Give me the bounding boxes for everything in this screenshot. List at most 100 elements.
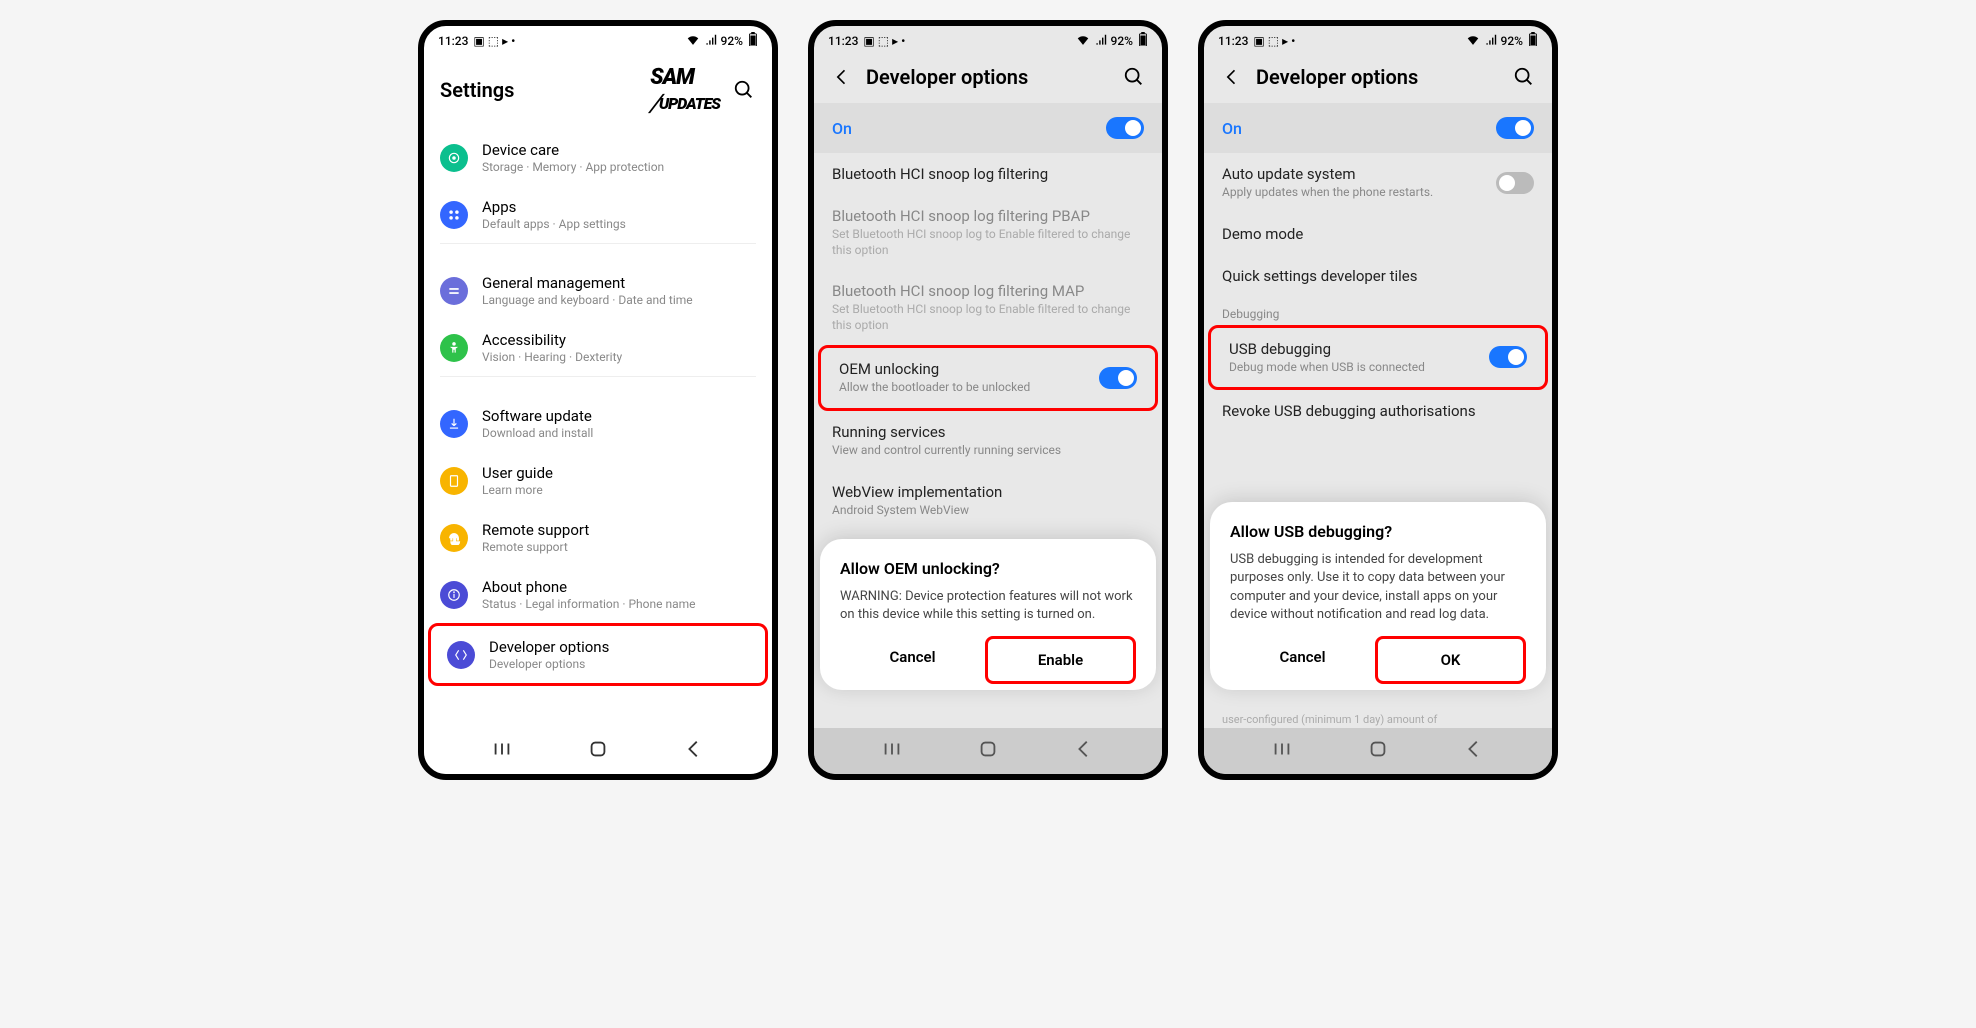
item-sub: Set Bluetooth HCI snoop log to Enable fi… <box>832 302 1144 333</box>
software-update-icon <box>440 410 468 438</box>
item-quick-settings-tiles[interactable]: Quick settings developer tiles <box>1204 255 1552 297</box>
developer-options-icon <box>447 641 475 669</box>
oem-unlock-toggle[interactable] <box>1099 367 1137 389</box>
item-sub: Storage · Memory · App protection <box>482 160 756 174</box>
nav-bar <box>814 728 1162 774</box>
settings-item-about-phone[interactable]: About phone Status · Legal information ·… <box>424 566 772 623</box>
search-button[interactable] <box>1122 65 1146 89</box>
dialog-cancel-button[interactable]: Cancel <box>840 636 985 684</box>
dev-options-list: Auto update system Apply updates when th… <box>1204 153 1552 728</box>
item-usb-debugging[interactable]: USB debugging Debug mode when USB is con… <box>1208 325 1548 391</box>
item-title: Apps <box>482 198 756 216</box>
item-title: Bluetooth HCI snoop log filtering PBAP <box>832 207 1144 225</box>
item-running-services[interactable]: Running services View and control curren… <box>814 411 1162 471</box>
master-toggle-row[interactable]: On <box>1204 103 1552 153</box>
settings-item-accessibility[interactable]: Accessibility Vision · Hearing · Dexteri… <box>424 319 772 376</box>
section-header-debugging: Debugging <box>1204 297 1552 325</box>
battery-icon <box>1525 32 1538 49</box>
back-button[interactable] <box>830 65 854 89</box>
item-sub: Android System WebView <box>832 503 1144 519</box>
item-title: Quick settings developer tiles <box>1222 267 1534 285</box>
item-auto-update-system[interactable]: Auto update system Apply updates when th… <box>1204 153 1552 213</box>
battery-text: 92% <box>1111 34 1133 48</box>
item-sub: Developer options <box>489 657 749 671</box>
auto-update-toggle[interactable] <box>1496 172 1534 194</box>
settings-item-software-update[interactable]: Software update Download and install <box>424 395 772 452</box>
item-sub: Remote support <box>482 540 756 554</box>
dialog-ok-button[interactable]: OK <box>1375 636 1526 684</box>
settings-item-apps[interactable]: Apps Default apps · App settings <box>424 186 772 243</box>
status-time: 11:23 <box>828 34 858 48</box>
item-title: Running services <box>832 423 1144 441</box>
item-sub: View and control currently running servi… <box>832 443 1144 459</box>
item-title: Accessibility <box>482 331 756 349</box>
truncated-text: user-configured (minimum 1 day) amount o… <box>1204 711 1552 728</box>
item-title: Software update <box>482 407 756 425</box>
master-toggle[interactable] <box>1106 117 1144 139</box>
item-webview[interactable]: WebView implementation Android System We… <box>814 471 1162 531</box>
item-revoke-usb-auth[interactable]: Revoke USB debugging authorisations <box>1204 390 1552 432</box>
status-bar: 11:23 ▣ ⬚ ▸ • 92% <box>814 26 1162 51</box>
status-icons-left: ▣ ⬚ ▸ • <box>1250 34 1295 48</box>
back-button[interactable] <box>1073 738 1095 764</box>
settings-item-remote-support[interactable]: Remote support Remote support <box>424 509 772 566</box>
apps-icon <box>440 201 468 229</box>
battery-icon <box>1135 32 1148 49</box>
settings-item-user-guide[interactable]: User guide Learn more <box>424 452 772 509</box>
item-title: Bluetooth HCI snoop log filtering <box>832 165 1144 183</box>
signal-icon <box>1482 33 1499 48</box>
settings-item-general-management[interactable]: General management Language and keyboard… <box>424 262 772 319</box>
status-bar: 11:23 ▣ ⬚ ▸ • 92% <box>424 26 772 51</box>
settings-item-device-care[interactable]: Device care Storage · Memory · App prote… <box>424 129 772 186</box>
settings-item-developer-options[interactable]: Developer options Developer options <box>428 623 768 686</box>
item-demo-mode[interactable]: Demo mode <box>1204 213 1552 255</box>
recent-apps-button[interactable] <box>881 738 903 764</box>
item-title: USB debugging <box>1229 340 1489 358</box>
header: Developer options <box>814 51 1162 103</box>
item-sub: Learn more <box>482 483 756 497</box>
nav-bar <box>1204 728 1552 774</box>
recent-apps-button[interactable] <box>1271 738 1293 764</box>
dialog-enable-button[interactable]: Enable <box>985 636 1136 684</box>
master-toggle[interactable] <box>1496 117 1534 139</box>
dialog-cancel-button[interactable]: Cancel <box>1230 636 1375 684</box>
back-button[interactable] <box>1220 65 1244 89</box>
phone-dev-options-usb: 11:23 ▣ ⬚ ▸ • 92% Developer options On A… <box>1198 20 1558 780</box>
phone-settings: 11:23 ▣ ⬚ ▸ • 92% Settings SAM╱UPDATES <box>418 20 778 780</box>
item-sub: Vision · Hearing · Dexterity <box>482 350 756 364</box>
item-sub: Download and install <box>482 426 756 440</box>
item-title: Revoke USB debugging authorisations <box>1222 402 1534 420</box>
dialog-body: USB debugging is intended for developmen… <box>1230 551 1526 624</box>
item-title: WebView implementation <box>832 483 1144 501</box>
item-title: User guide <box>482 464 756 482</box>
battery-text: 92% <box>1501 34 1523 48</box>
item-sub: Apply updates when the phone restarts. <box>1222 185 1496 201</box>
recent-apps-button[interactable] <box>491 738 513 764</box>
dialog-title: Allow OEM unlocking? <box>840 559 1136 578</box>
search-button[interactable] <box>1512 65 1536 89</box>
usb-debugging-toggle[interactable] <box>1489 346 1527 368</box>
back-button[interactable] <box>683 738 705 764</box>
item-bt-snoop-filtering[interactable]: Bluetooth HCI snoop log filtering <box>814 153 1162 195</box>
phone-dev-options-oem: 11:23 ▣ ⬚ ▸ • 92% Developer options On B… <box>808 20 1168 780</box>
wifi-icon <box>683 33 700 48</box>
item-oem-unlocking[interactable]: OEM unlocking Allow the bootloader to be… <box>818 345 1158 411</box>
home-button[interactable] <box>1367 738 1389 764</box>
status-time: 11:23 <box>438 34 468 48</box>
status-icons-left: ▣ ⬚ ▸ • <box>860 34 905 48</box>
master-toggle-label: On <box>1222 119 1496 138</box>
back-button[interactable] <box>1463 738 1485 764</box>
about-phone-icon <box>440 581 468 609</box>
user-guide-icon <box>440 467 468 495</box>
settings-list: Device care Storage · Memory · App prote… <box>424 129 772 728</box>
nav-bar <box>424 728 772 774</box>
home-button[interactable] <box>977 738 999 764</box>
search-button[interactable] <box>732 78 756 102</box>
battery-icon <box>745 32 758 49</box>
master-toggle-row[interactable]: On <box>814 103 1162 153</box>
home-button[interactable] <box>587 738 609 764</box>
header: Developer options <box>1204 51 1552 103</box>
item-title: Developer options <box>489 638 749 656</box>
item-sub: Allow the bootloader to be unlocked <box>839 380 1099 396</box>
logo-sam-updates: SAM╱UPDATES <box>650 65 720 115</box>
